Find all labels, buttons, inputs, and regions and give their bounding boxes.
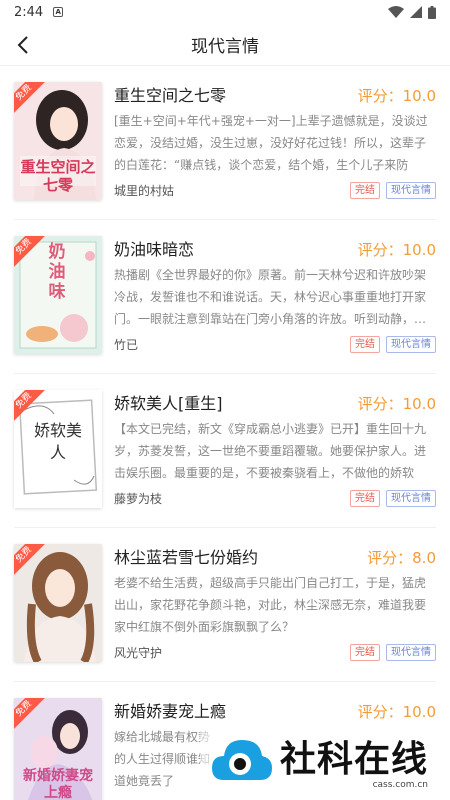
book-cover[interactable]: 新婚娇妻宠上瘾 免费 [14,698,102,800]
book-tags: 完结 现代言情 [350,490,436,507]
book-description: 老婆不给生活费，超级高手只能出门自己打工，于是，猛虎出山，家花野花争颜斗艳，对此… [114,576,427,634]
book-score: 评分：10.0 [357,703,436,721]
book-item[interactable]: 免费 林尘蓝若雪七份婚约 评分：8.0 老婆不给生活费，超级高手只能出门自己打工… [14,528,436,682]
book-cover[interactable]: 重生空间之七零 免费 [14,82,102,200]
book-description: 热播剧《全世界最好的你》原著。前一天林兮迟和许放吵架冷战，发誓谁也不和谁说话。天… [114,268,427,326]
book-score: 评分：10.0 [357,87,436,105]
book-title-row: 奶油味暗恋 评分：10.0 [114,236,436,260]
status-left: 2:44 A [14,4,64,20]
signal-icon [410,6,422,18]
watermark-text: 社科在线 cass.com.cn [280,730,428,790]
page-title: 现代言情 [191,37,259,57]
status-bar: 2:44 A [0,0,450,24]
book-item[interactable]: 娇软美人 免费 娇软美人[重生] 评分：10.0 【本文已完结，新文《穿成霸总小… [14,374,436,528]
cover-title-text: 娇软美人 [33,421,82,462]
wifi-icon [388,6,404,18]
status-tag: 完结 [350,490,380,507]
back-button[interactable] [8,30,38,60]
status-time: 2:44 [14,4,44,20]
book-title-row: 娇软美人[重生] 评分：10.0 [114,390,436,414]
book-info: 奶油味暗恋 评分：10.0 热播剧《全世界最好的你》原著。前一天林兮迟和许放吵架… [114,236,436,357]
status-tag: 完结 [350,182,380,199]
book-description: [重生+空间+年代+强宠+一对一]上辈子遗憾就是，没谈过恋爱，没结过婚，没生过崽… [114,114,428,172]
book-author: 风光守护 [114,646,163,660]
book-cover[interactable]: 免费 [14,544,102,662]
cover-title-text: 新婚娇妻宠上瘾 [23,768,93,800]
watermark: 社科在线 cass.com.cn [200,720,450,800]
status-tag: 完结 [350,644,380,661]
a-notification-icon: A [53,7,64,17]
category-tag: 现代言情 [386,336,436,353]
book-info: 娇软美人[重生] 评分：10.0 【本文已完结，新文《穿成霸总小逃妻》已开】重生… [114,390,436,511]
watermark-sub: cass.com.cn [372,780,429,790]
book-meta-row: 城里的村姑 完结 现代言情 [114,182,436,199]
cover-title-text: 重生空间之七零 [20,158,96,194]
book-tags: 完结 现代言情 [350,644,436,661]
book-author: 藤萝为枝 [114,492,163,506]
book-score: 评分：10.0 [357,395,436,413]
header: 现代言情 [0,24,450,66]
book-title[interactable]: 林尘蓝若雪七份婚约 [114,544,258,568]
book-meta-row: 风光守护 完结 现代言情 [114,644,436,661]
book-description: 嫁给北城最有权势的人生过得顺谁知道她竟丢了 [114,730,211,788]
book-item[interactable]: 重生空间之七零 免费 重生空间之七零 评分：10.0 [重生+空间+年代+强宠+… [14,66,436,220]
category-tag: 现代言情 [386,182,436,199]
cover-title-text: 奶油味 [48,242,66,302]
book-meta-row: 竹已 完结 现代言情 [114,336,436,353]
battery-icon [428,5,436,19]
book-score: 评分：10.0 [357,241,436,259]
book-list: 重生空间之七零 免费 重生空间之七零 评分：10.0 [重生+空间+年代+强宠+… [0,66,450,800]
book-title-row: 新婚娇妻宠上瘾 评分：10.0 [114,698,436,722]
book-meta-row: 藤萝为枝 完结 现代言情 [114,490,436,507]
book-cover[interactable]: 奶油味 免费 [14,236,102,354]
book-author: 城里的村姑 [114,184,175,198]
book-info: 林尘蓝若雪七份婚约 评分：8.0 老婆不给生活费，超级高手只能出门自己打工，于是… [114,544,436,665]
book-title[interactable]: 新婚娇妻宠上瘾 [114,698,226,722]
watermark-main: 社科在线 [280,738,429,780]
book-author: 竹已 [114,338,139,352]
book-tags: 完结 现代言情 [350,182,436,199]
book-tags: 完结 现代言情 [350,336,436,353]
book-title[interactable]: 奶油味暗恋 [114,236,194,260]
book-item[interactable]: 奶油味 免费 奶油味暗恋 评分：10.0 热播剧《全世界最好的你》原著。前一天林… [14,220,436,374]
book-title[interactable]: 重生空间之七零 [114,82,226,106]
book-title-row: 林尘蓝若雪七份婚约 评分：8.0 [114,544,436,568]
book-description: 【本文已完结，新文《穿成霸总小逃妻》已开】重生回十九岁，苏菱发誓，这一世绝不要重… [114,422,427,480]
status-tag: 完结 [350,336,380,353]
book-info: 重生空间之七零 评分：10.0 [重生+空间+年代+强宠+一对一]上辈子遗憾就是… [114,82,436,203]
book-score: 评分：8.0 [367,549,436,567]
category-tag: 现代言情 [386,644,436,661]
status-right [388,5,436,19]
cloud-logo-icon [212,740,272,780]
category-tag: 现代言情 [386,490,436,507]
book-title-row: 重生空间之七零 评分：10.0 [114,82,436,106]
book-cover[interactable]: 娇软美人 免费 [14,390,102,508]
book-title[interactable]: 娇软美人[重生] [114,390,223,414]
chevron-left-icon [17,36,28,54]
